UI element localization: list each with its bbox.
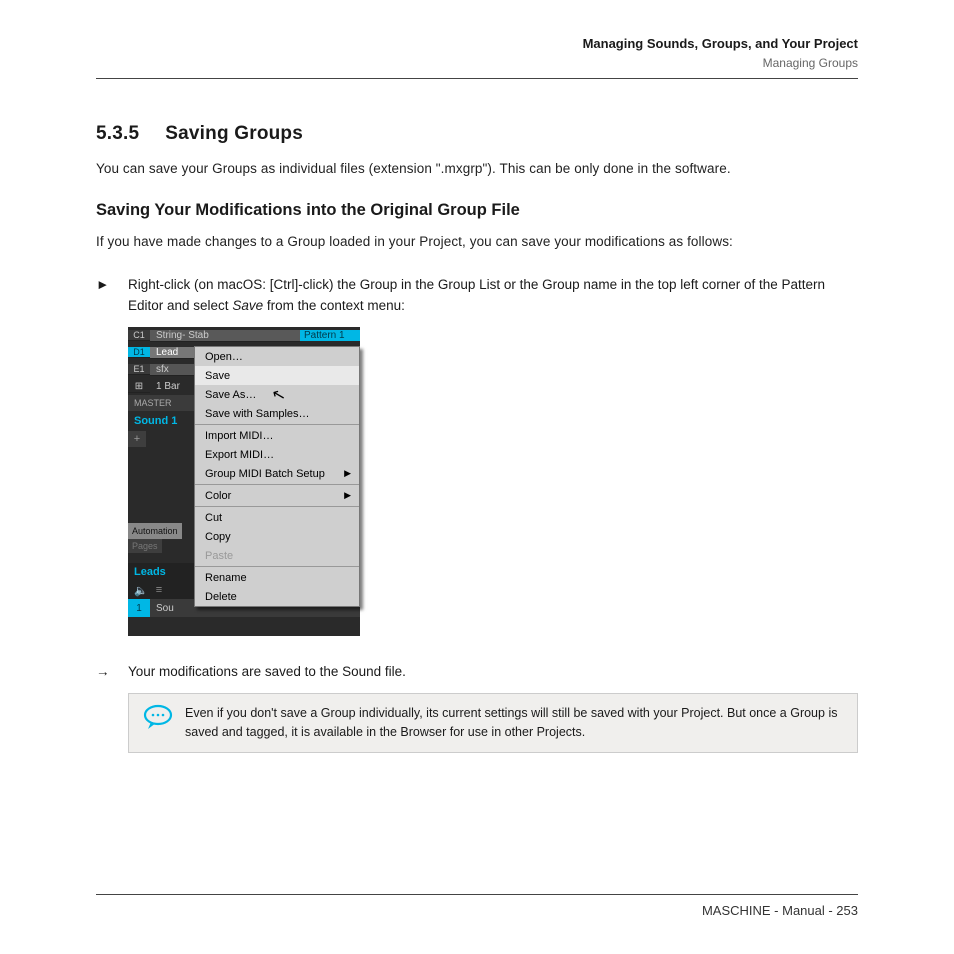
header-rule [96, 78, 858, 79]
tip-text: Even if you don't save a Group individua… [185, 704, 843, 742]
menu-item[interactable]: Import MIDI… [195, 426, 359, 445]
pages-tab[interactable]: Pages [128, 539, 162, 553]
screenshot: C1 String- Stab Pattern 1 D1 Lead E1 sfx… [128, 327, 360, 636]
result-arrow: → [96, 664, 114, 679]
menu-separator [195, 424, 359, 425]
intro-paragraph: You can save your Groups as individual f… [96, 159, 858, 180]
result-text: Your modifications are saved to the Soun… [128, 664, 406, 679]
result-line: → Your modifications are saved to the So… [96, 664, 858, 679]
menu-item[interactable]: Copy [195, 527, 359, 546]
menu-item[interactable]: Color▶ [195, 486, 359, 505]
pattern-tab[interactable]: Pattern 1 [300, 330, 360, 341]
menu-item[interactable]: Export MIDI… [195, 445, 359, 464]
menu-separator [195, 484, 359, 485]
tip-box: Even if you don't save a Group individua… [128, 693, 858, 753]
menu-item[interactable]: Save with Samples… [195, 404, 359, 423]
menu-item[interactable]: Open… [195, 347, 359, 366]
chapter-title: Managing Sounds, Groups, and Your Projec… [96, 34, 858, 54]
submenu-arrow-icon: ▶ [344, 490, 351, 501]
paragraph-2: If you have made changes to a Group load… [96, 232, 858, 253]
menu-item[interactable]: Delete [195, 587, 359, 606]
footer-rule [96, 894, 858, 895]
speaker-icon[interactable]: 🔈 [134, 584, 148, 597]
section-title: Managing Groups [96, 54, 858, 72]
subheading: Saving Your Modifications into the Origi… [96, 201, 858, 220]
automation-tab[interactable]: Automation [128, 523, 182, 539]
submenu-arrow-icon: ▶ [344, 468, 351, 479]
menu-item: Paste [195, 546, 359, 565]
step-text-em: Save [232, 298, 263, 313]
step-text-b: from the context menu: [263, 298, 405, 313]
menu-item[interactable]: Save [195, 366, 359, 385]
grid-icon: ⊞ [128, 381, 150, 393]
step-text: Right-click (on macOS: [Ctrl]-click) the… [128, 275, 858, 317]
group-id: D1 [128, 347, 150, 358]
group-name: String- Stab [150, 330, 300, 342]
add-button[interactable]: + [128, 431, 146, 447]
menu-item[interactable]: Group MIDI Batch Setup▶ [195, 464, 359, 483]
group-row-c1[interactable]: C1 String- Stab Pattern 1 [128, 327, 360, 344]
running-header: Managing Sounds, Groups, and Your Projec… [96, 34, 858, 72]
menu-item[interactable]: Rename [195, 568, 359, 587]
slot-number: 1 [128, 599, 150, 617]
menu-icon[interactable]: ≡ [156, 584, 162, 596]
heading-number: 5.3.5 [96, 123, 139, 145]
heading: 5.3.5 Saving Groups [96, 123, 858, 145]
menu-separator [195, 566, 359, 567]
step-1: ► Right-click (on macOS: [Ctrl]-click) t… [96, 275, 858, 317]
speech-bubble-icon [143, 704, 173, 730]
group-id: C1 [128, 330, 150, 341]
group-id: E1 [128, 364, 150, 375]
footer-text: MASCHINE - Manual - 253 [96, 903, 858, 918]
heading-title: Saving Groups [165, 123, 303, 145]
menu-item[interactable]: Cut [195, 508, 359, 527]
page-footer: MASCHINE - Manual - 253 [96, 894, 858, 918]
step-bullet: ► [96, 275, 114, 317]
menu-separator [195, 506, 359, 507]
